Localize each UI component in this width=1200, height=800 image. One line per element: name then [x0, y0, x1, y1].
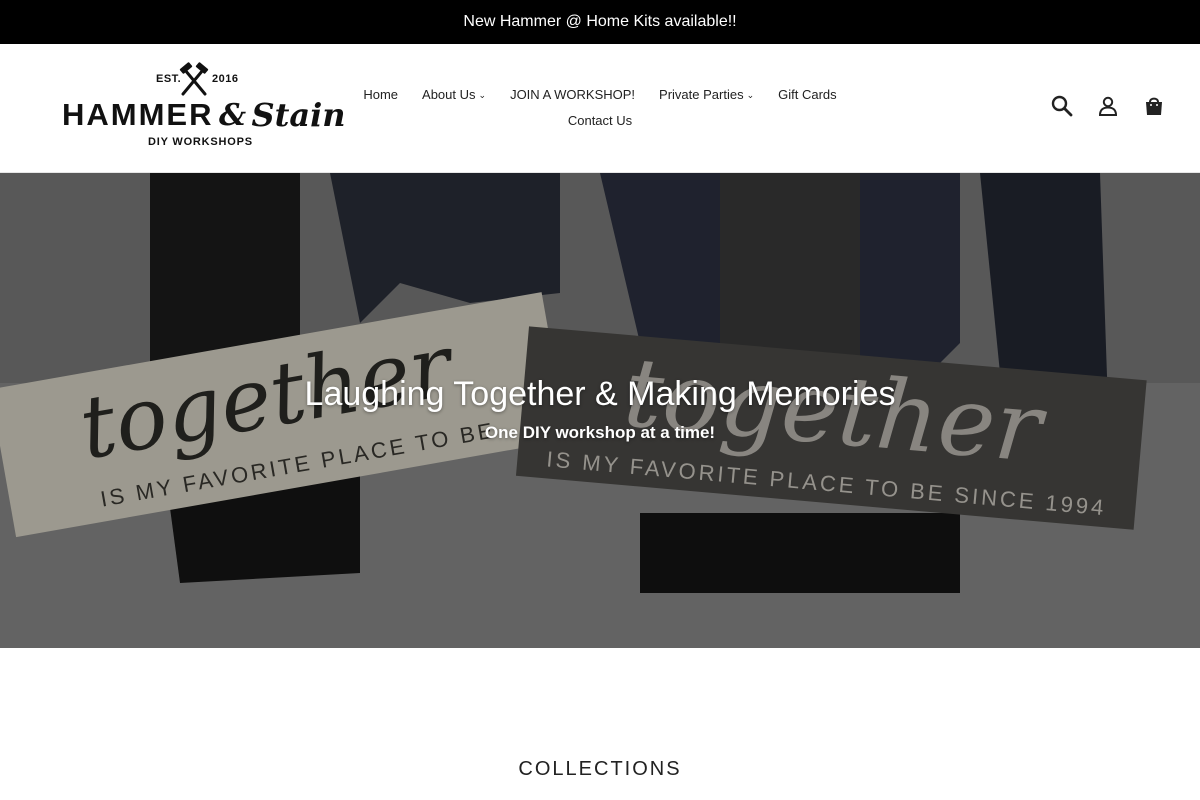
site-header: EST. 2016 HAMMER & Stain DIY WORKSHOPS H…: [0, 44, 1200, 173]
chevron-down-icon: ⌄: [746, 90, 755, 100]
nav-item-gift-cards[interactable]: Gift Cards: [778, 84, 837, 107]
nav-item-join-workshop[interactable]: JOIN A WORKSHOP!: [510, 84, 635, 107]
nav-item-private-parties-label: Private Parties: [659, 87, 744, 102]
nav-item-private-parties[interactable]: Private Parties ⌄: [659, 84, 754, 107]
announcement-bar: New Hammer @ Home Kits available!!: [0, 0, 1200, 44]
hero-title: Laughing Together & Making Memories: [304, 375, 896, 413]
main-nav: Home About Us ⌄ JOIN A WORKSHOP! Private …: [340, 84, 860, 132]
logo-hammer-word: HAMMER: [62, 97, 214, 132]
search-icon[interactable]: [1050, 94, 1074, 118]
nav-item-home[interactable]: Home: [363, 84, 398, 107]
hero-banner: together IS MY FAVORITE PLACE TO BE toge…: [0, 173, 1200, 648]
header-icons: [1050, 94, 1166, 118]
nav-item-about-us[interactable]: About Us ⌄: [422, 84, 486, 107]
chevron-down-icon: ⌄: [478, 90, 487, 100]
collections-heading: COLLECTIONS: [518, 758, 682, 780]
site-logo[interactable]: EST. 2016 HAMMER & Stain DIY WORKSHOPS: [62, 62, 346, 152]
crossed-hammers-icon: [179, 62, 209, 96]
announcement-link[interactable]: New Hammer @ Home Kits available!!: [463, 13, 736, 31]
account-icon[interactable]: [1096, 94, 1120, 118]
logo-year-text: 2016: [212, 73, 239, 85]
nav-item-about-us-label: About Us: [422, 87, 476, 102]
logo-ampersand: &: [218, 97, 247, 133]
nav-row-2: Contact Us: [340, 110, 860, 132]
hero-text: Laughing Together & Making Memories One …: [0, 373, 1200, 443]
logo-wordmark: HAMMER & Stain: [62, 96, 346, 134]
nav-item-contact-us[interactable]: Contact Us: [568, 110, 632, 132]
logo-stain-word: Stain: [251, 96, 346, 134]
cart-icon[interactable]: [1142, 94, 1166, 118]
nav-row-1: Home About Us ⌄ JOIN A WORKSHOP! Private …: [340, 84, 860, 107]
hero-subtitle: One DIY workshop at a time!: [484, 423, 716, 442]
logo-subtitle: DIY WORKSHOPS: [148, 136, 253, 148]
